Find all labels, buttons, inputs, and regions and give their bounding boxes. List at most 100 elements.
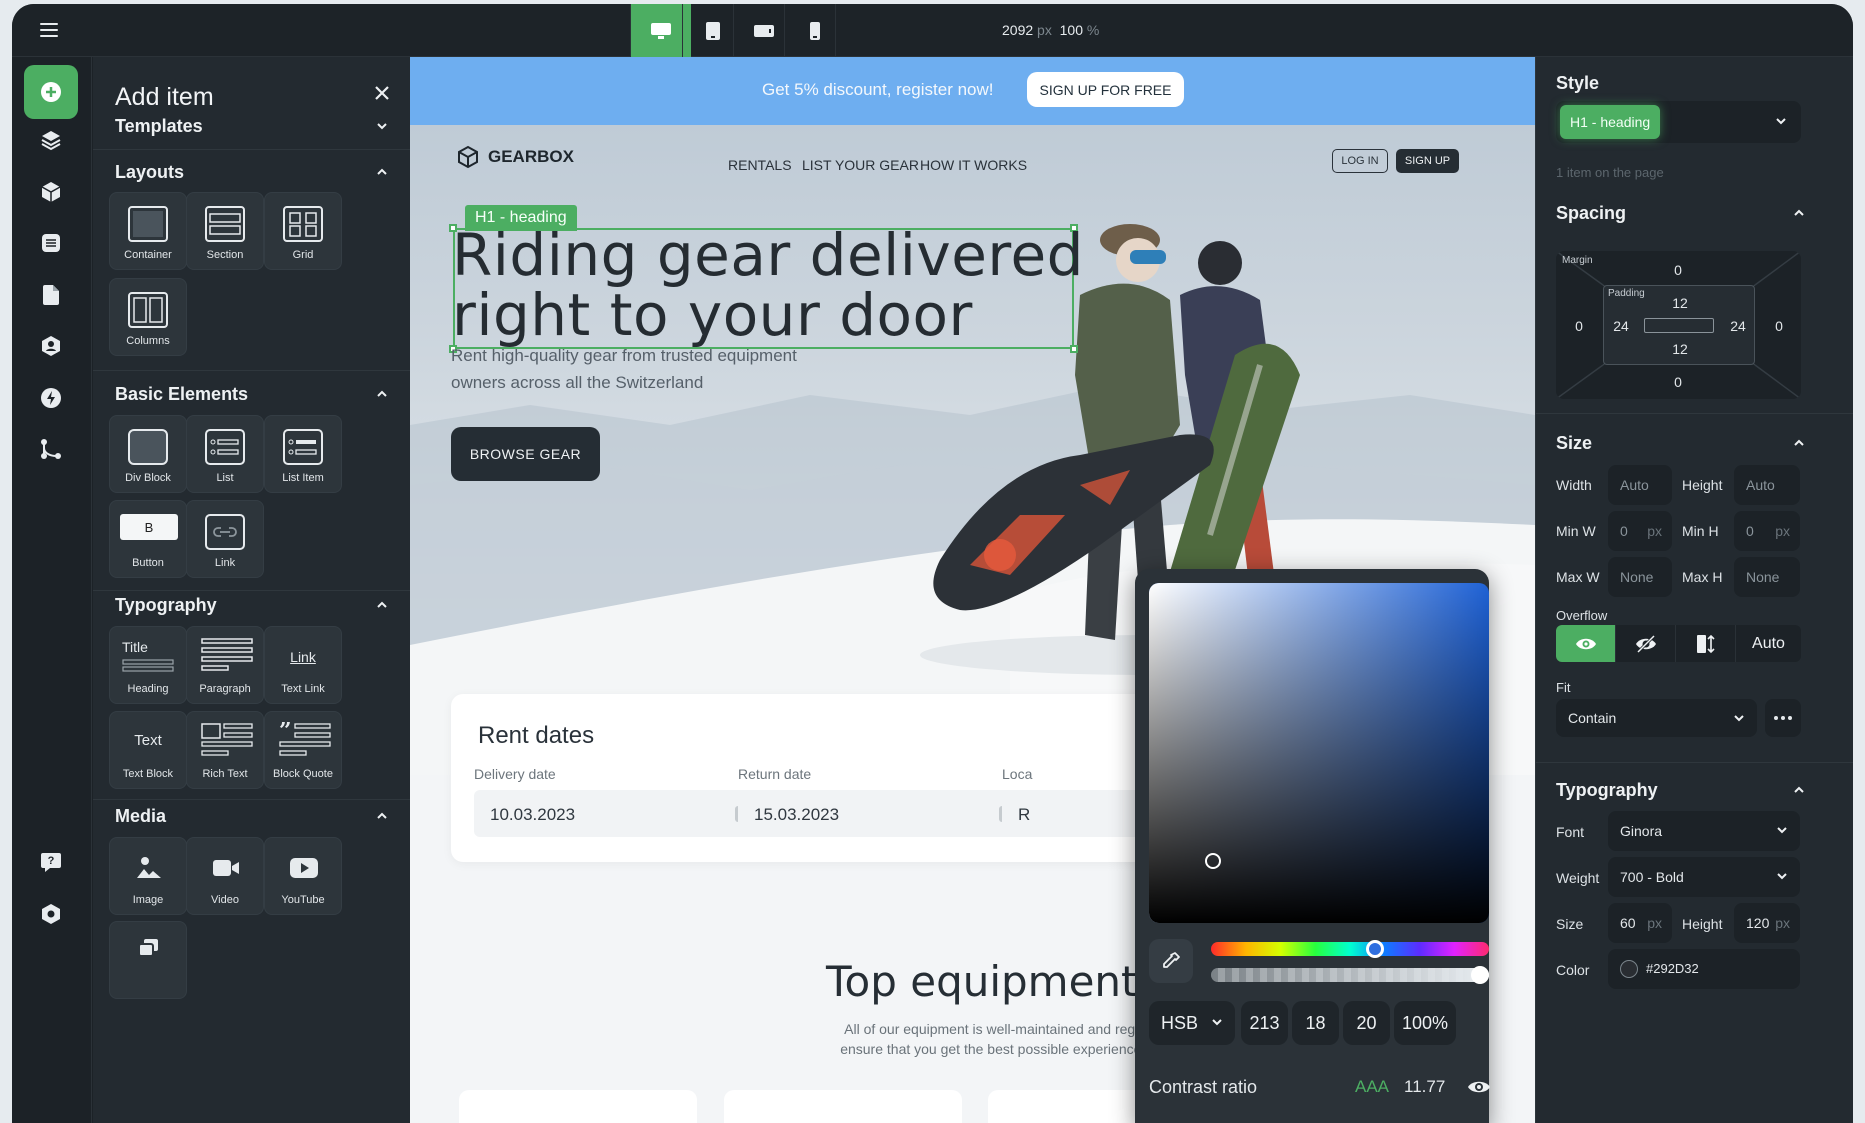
max-height-input[interactable]: None [1734, 557, 1800, 597]
chevron-up-icon[interactable] [375, 811, 389, 821]
banner-signup-button[interactable]: SIGN UP FOR FREE [1027, 72, 1184, 107]
tile-text-link[interactable]: Link Text Link [264, 626, 342, 704]
chevron-up-icon[interactable] [1792, 208, 1806, 218]
signup-button[interactable]: SIGN UP [1396, 149, 1459, 173]
max-width-input[interactable]: None [1608, 557, 1672, 597]
hero-subtext[interactable]: Rent high-quality gear from trusted equi… [451, 342, 811, 396]
padding-left[interactable]: 24 [1606, 318, 1636, 334]
assets-button[interactable] [24, 268, 78, 322]
brightness-input[interactable]: 20 [1343, 1001, 1390, 1045]
spacing-editor[interactable]: Margin 0 0 0 0 Padding 12 24 24 12 [1556, 251, 1801, 399]
hue-input[interactable]: 213 [1241, 1001, 1288, 1045]
tile-button[interactable]: B Button [109, 500, 187, 578]
layouts-heading[interactable]: Layouts [115, 162, 184, 183]
add-item-button[interactable] [24, 65, 78, 119]
weight-select[interactable]: 700 - Bold [1608, 857, 1800, 897]
alpha-input[interactable]: 100% [1394, 1001, 1456, 1045]
tile-link[interactable]: Link [186, 500, 264, 578]
chevron-up-icon[interactable] [375, 167, 389, 177]
overflow-hidden-button[interactable] [1616, 625, 1676, 662]
min-width-input[interactable]: 0 px [1608, 511, 1672, 551]
font-size-input[interactable]: 60 px [1608, 903, 1672, 943]
saturation-input[interactable]: 18 [1292, 1001, 1339, 1045]
eye-icon[interactable] [1467, 1077, 1491, 1097]
tile-section[interactable]: Section [186, 192, 264, 270]
color-field[interactable]: #292D32 [1608, 949, 1800, 989]
tile-list-item[interactable]: List Item [264, 415, 342, 493]
alpha-slider[interactable] [1211, 966, 1489, 984]
margin-right[interactable]: 0 [1764, 318, 1794, 334]
margin-top[interactable]: 0 [1663, 262, 1693, 278]
tile-list[interactable]: List [186, 415, 264, 493]
canvas-size-readout[interactable]: 2092 px 100 % [1002, 22, 1099, 38]
chevron-up-icon[interactable] [1792, 438, 1806, 448]
chevron-up-icon[interactable] [375, 389, 389, 399]
menu-icon[interactable] [40, 23, 58, 37]
tile-image[interactable]: Image [109, 837, 187, 915]
saturation-brightness-handle[interactable] [1205, 853, 1221, 869]
settings-button[interactable] [24, 887, 78, 941]
width-input[interactable]: Auto [1608, 465, 1672, 505]
line-height-input[interactable]: 120 px [1734, 903, 1800, 943]
tile-columns[interactable]: Columns [109, 278, 187, 356]
browse-gear-button[interactable]: BROWSE GEAR [451, 427, 600, 481]
login-button[interactable]: LOG IN [1332, 149, 1388, 173]
tile-text-block[interactable]: Text Text Block [109, 711, 187, 789]
tile-paragraph[interactable]: Paragraph [186, 626, 264, 704]
style-selector[interactable]: H1 - heading [1556, 101, 1801, 143]
pages-button[interactable] [24, 216, 78, 270]
basic-elements-heading[interactable]: Basic Elements [115, 384, 248, 405]
templates-heading[interactable]: Templates [115, 116, 203, 137]
padding-bottom[interactable]: 12 [1665, 341, 1695, 357]
padding-top[interactable]: 12 [1665, 295, 1695, 311]
tile-youtube[interactable]: YouTube [264, 837, 342, 915]
chevron-up-icon[interactable] [1792, 785, 1806, 795]
nav-how-it-works[interactable]: HOW IT WORKS [920, 157, 1027, 173]
overflow-auto-button[interactable]: Auto [1736, 625, 1801, 662]
typography-heading[interactable]: Typography [115, 595, 217, 616]
padding-right[interactable]: 24 [1723, 318, 1753, 334]
color-mode-select[interactable]: HSB [1149, 1001, 1235, 1045]
top-equipment-heading[interactable]: Top equipment [826, 957, 1138, 1006]
chevron-down-icon[interactable] [375, 121, 389, 131]
nav-list-your-gear[interactable]: LIST YOUR GEAR [802, 157, 919, 173]
tile-video[interactable]: Video [186, 837, 264, 915]
product-card[interactable] [724, 1090, 962, 1123]
chevron-up-icon[interactable] [375, 600, 389, 610]
brand-logo[interactable]: GEARBOX [456, 145, 574, 169]
return-date-field[interactable]: 15.03.2023 [738, 790, 1032, 837]
hue-handle[interactable] [1366, 940, 1385, 958]
hero-heading[interactable]: Riding gear delivered right to your door [452, 225, 1092, 345]
product-card[interactable] [459, 1090, 697, 1123]
spacing-heading[interactable]: Spacing [1556, 203, 1626, 224]
tile-container[interactable]: Container [109, 192, 187, 270]
eyedropper-button[interactable] [1149, 939, 1193, 983]
tile-rich-text[interactable]: Rich Text [186, 711, 264, 789]
fit-select[interactable]: Contain [1556, 699, 1757, 737]
users-button[interactable] [24, 319, 78, 373]
min-height-input[interactable]: 0 px [1734, 511, 1800, 551]
size-heading[interactable]: Size [1556, 433, 1592, 454]
tile-block-quote[interactable]: ” Block Quote [264, 711, 342, 789]
media-heading[interactable]: Media [115, 806, 166, 827]
layers-button[interactable] [24, 113, 78, 167]
typography-heading[interactable]: Typography [1556, 780, 1658, 801]
hue-slider[interactable] [1211, 940, 1489, 958]
interactions-button[interactable] [24, 371, 78, 425]
more-options-button[interactable] [1765, 699, 1801, 737]
margin-bottom[interactable]: 0 [1663, 374, 1693, 390]
height-input[interactable]: Auto [1734, 465, 1800, 505]
resize-handle-br[interactable] [1070, 345, 1078, 353]
overflow-visible-button[interactable] [1556, 625, 1616, 662]
nav-rentals[interactable]: RENTALS [728, 157, 792, 173]
saturation-brightness-area[interactable] [1149, 583, 1489, 923]
flows-button[interactable] [24, 422, 78, 476]
margin-left[interactable]: 0 [1564, 318, 1594, 334]
overflow-scroll-button[interactable] [1676, 625, 1736, 662]
tile-heading[interactable]: Title Heading [109, 626, 187, 704]
components-button[interactable] [24, 165, 78, 219]
tile-more-media[interactable] [109, 921, 187, 999]
color-swatch[interactable] [1620, 960, 1638, 978]
help-button[interactable]: ? [24, 835, 78, 889]
tile-div-block[interactable]: Div Block [109, 415, 187, 493]
